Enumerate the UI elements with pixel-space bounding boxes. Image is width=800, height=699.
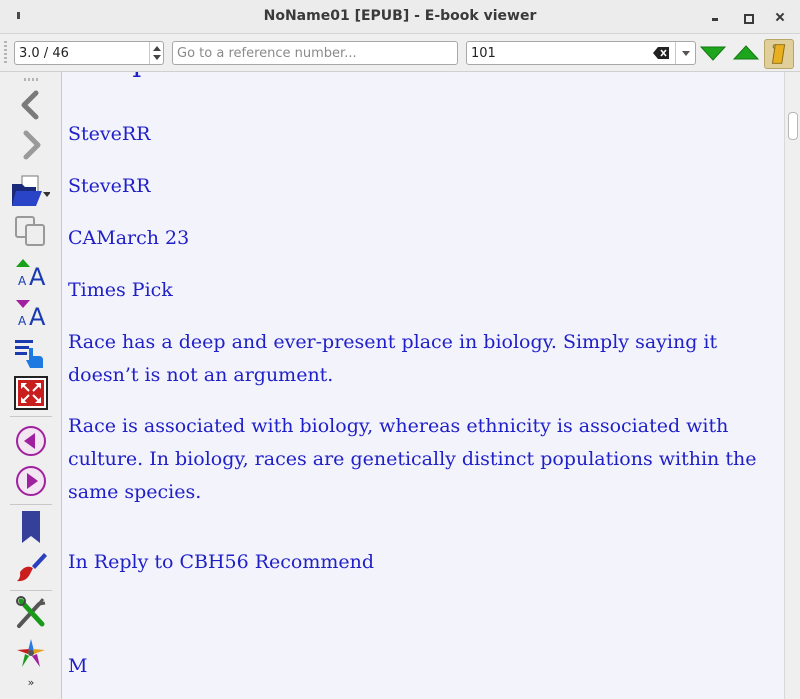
- minimize-icon[interactable]: [708, 9, 724, 25]
- preferences-tools-icon[interactable]: [12, 596, 50, 630]
- reference-input[interactable]: [172, 41, 458, 65]
- scrollbar-thumb[interactable]: [788, 112, 798, 140]
- title-bar: NoName01 [EPUB] - E-book viewer: [0, 0, 800, 34]
- fullscreen-icon[interactable]: [12, 376, 50, 410]
- back-arrow-icon[interactable]: [12, 88, 50, 122]
- font-smaller-icon[interactable]: A A: [12, 296, 50, 330]
- paragraph: Race has a deep and ever-present place i…: [68, 331, 718, 386]
- chevron-down-icon[interactable]: [675, 42, 695, 64]
- spin-up-icon[interactable]: [153, 46, 161, 51]
- svg-text:A: A: [29, 263, 46, 290]
- paragraph: CAMarch 23: [68, 227, 190, 249]
- more-tools-icon[interactable]: »: [24, 676, 38, 690]
- next-page-icon[interactable]: [12, 464, 50, 498]
- svg-text:A: A: [18, 314, 27, 328]
- side-toolbar: A A A A »: [0, 72, 62, 699]
- svg-text:A: A: [29, 303, 46, 330]
- highlight-brush-icon[interactable]: [12, 550, 50, 584]
- open-folder-icon[interactable]: [12, 174, 50, 208]
- spin-down-icon[interactable]: [153, 55, 161, 60]
- separator: [10, 504, 52, 505]
- spin-arrows[interactable]: [149, 42, 163, 64]
- position-spinbox[interactable]: [14, 41, 164, 65]
- toc-scroll-button[interactable]: [764, 39, 794, 69]
- top-toolbar: [0, 34, 800, 72]
- sidebar-grip[interactable]: [24, 78, 40, 81]
- paragraph: Race is associated with biology, whereas…: [68, 415, 757, 503]
- paragraph: Times Pick: [68, 279, 173, 301]
- vertical-scrollbar[interactable]: [784, 72, 800, 699]
- table-of-contents-icon[interactable]: [12, 336, 50, 370]
- plugins-icon[interactable]: [12, 636, 50, 670]
- forward-arrow-icon[interactable]: [12, 128, 50, 162]
- find-next-icon[interactable]: [700, 44, 726, 62]
- toolbar-grip[interactable]: [4, 41, 7, 65]
- search-combobox[interactable]: [466, 41, 696, 65]
- book-view[interactable]: 5 Replies101 Recommend SteveRR SteveRR C…: [62, 72, 784, 699]
- separator: [10, 416, 52, 417]
- paragraph: SteveRR: [68, 123, 151, 145]
- bookmark-icon[interactable]: [12, 510, 50, 544]
- find-previous-icon[interactable]: [733, 44, 759, 62]
- close-icon[interactable]: [772, 9, 788, 25]
- section-heading: 5 Replies101 Recommend: [68, 72, 437, 80]
- paragraph: SteveRR: [68, 175, 151, 197]
- separator: [10, 590, 52, 591]
- toc-scroll-icon: [771, 44, 786, 64]
- font-larger-icon[interactable]: A A: [12, 256, 50, 290]
- svg-text:A: A: [18, 274, 27, 288]
- window-title: NoName01 [EPUB] - E-book viewer: [263, 8, 537, 24]
- clear-text-icon[interactable]: [653, 47, 669, 59]
- paragraph: M: [68, 655, 88, 677]
- maximize-icon[interactable]: [740, 9, 756, 25]
- copy-icon[interactable]: [12, 214, 50, 248]
- paragraph: In Reply to CBH56 Recommend: [68, 551, 375, 573]
- previous-page-icon[interactable]: [12, 424, 50, 458]
- position-input[interactable]: [15, 42, 149, 64]
- search-input[interactable]: [467, 42, 647, 64]
